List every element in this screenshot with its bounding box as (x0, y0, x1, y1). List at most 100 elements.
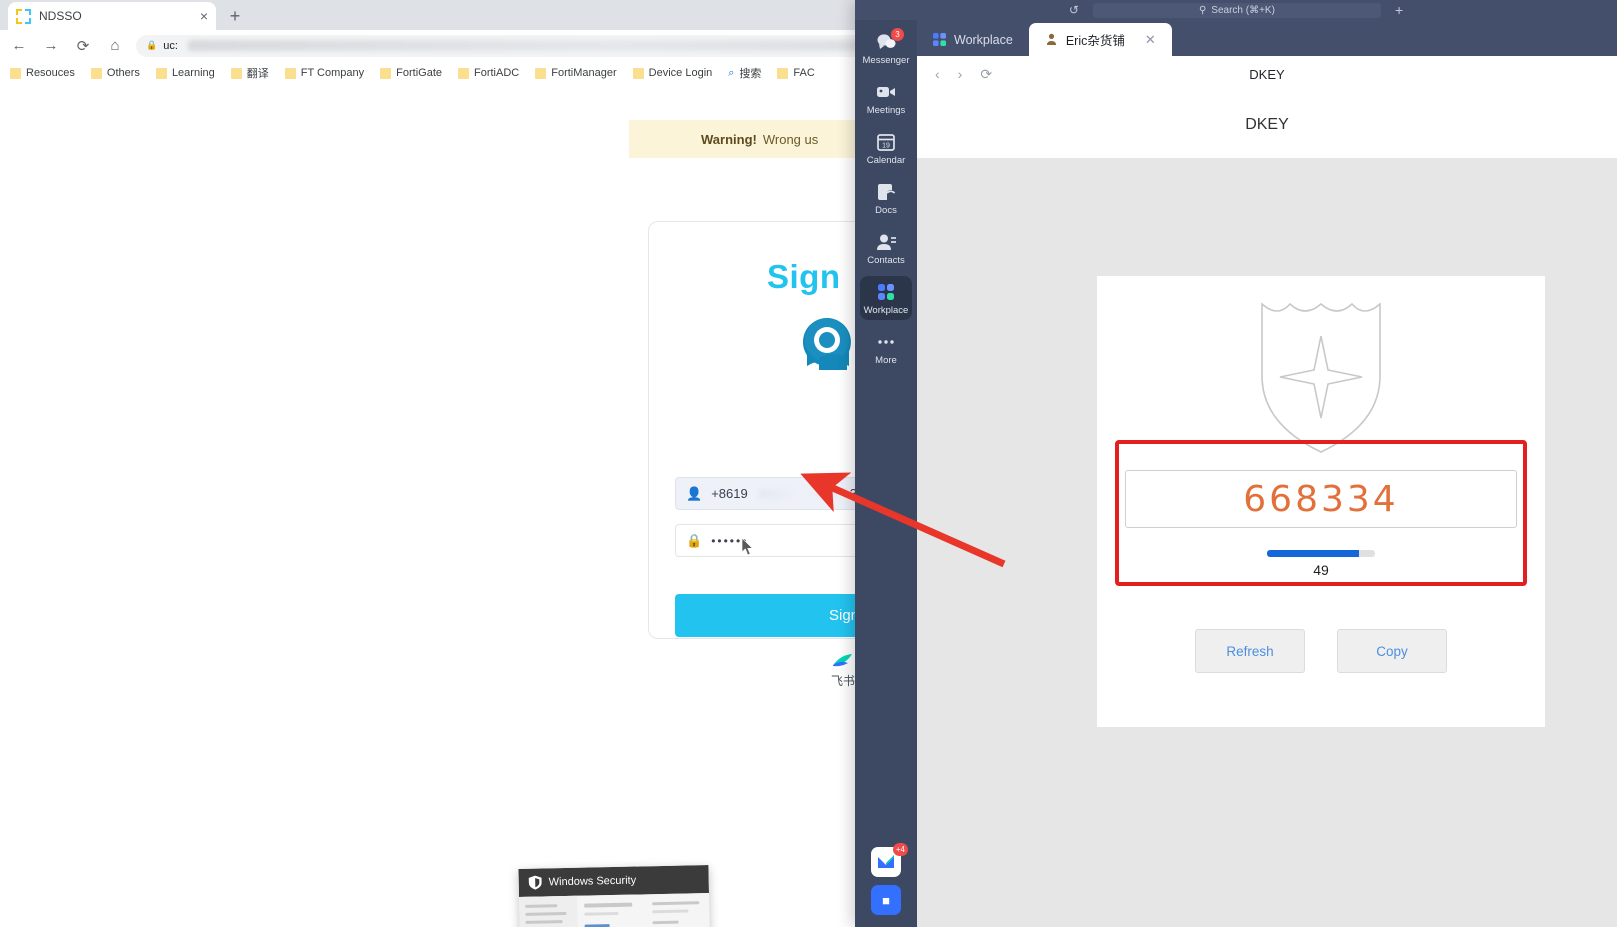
bookmark-item-9[interactable]: ⌕ 搜索 (728, 65, 761, 81)
sidebar-item-label: More (875, 355, 897, 366)
messenger-icon: 3 (875, 28, 904, 52)
folder-icon (155, 67, 167, 79)
bookmark-label: 搜索 (739, 68, 762, 80)
lark-tab-0[interactable]: Workplace (917, 23, 1029, 56)
shield-star-icon (1261, 302, 1381, 453)
bookmark-item-0[interactable]: Resouces (10, 67, 75, 79)
windows-security-thumbnail[interactable]: Windows Security (518, 865, 712, 927)
winsec-side (647, 893, 712, 927)
windows-security-title: Windows Security (548, 874, 637, 889)
bookmark-item-10[interactable]: FAC (777, 67, 815, 79)
back-icon[interactable]: ← (8, 35, 30, 57)
bookmark-label: Learning (171, 67, 215, 79)
bookmark-item-8[interactable]: Device Login (632, 67, 713, 79)
dkey-actions: Refresh Copy (1097, 629, 1545, 673)
sidebar-item-label: Messenger (862, 55, 910, 66)
bookmark-item-1[interactable]: Others (90, 67, 140, 79)
new-tab-button[interactable]: + (224, 5, 246, 27)
winsec-main (577, 894, 650, 927)
phone-redacted-region (758, 488, 839, 499)
footer-label: 飞书 (830, 674, 855, 688)
sidebar-item-docs[interactable]: Docs (860, 176, 912, 220)
app-badge: +4 (892, 843, 908, 856)
bookmark-item-2[interactable]: Learning (155, 67, 215, 79)
grid-icon (933, 33, 946, 46)
refresh-button[interactable]: Refresh (1195, 629, 1305, 673)
bookmark-label: Others (106, 67, 140, 79)
ellipsis-icon (875, 332, 897, 352)
bookmark-item-6[interactable]: FortiADC (458, 67, 519, 79)
breadcrumb: DKEY (1249, 66, 1285, 82)
lark-topbar: ↺ ⚲ Search (⌘+K) + (855, 0, 1617, 20)
mail-glyph-icon (878, 855, 894, 868)
bookmark-label: 翻译 (246, 68, 269, 80)
close-icon[interactable]: ✕ (1145, 32, 1156, 48)
sidebar-item-label: Meetings (866, 105, 906, 116)
dkey-stage: 668334 49 Refresh Copy (917, 158, 1617, 927)
sidebar-item-contacts[interactable]: Contacts (860, 226, 912, 270)
otp-code-value: 668334 (1243, 478, 1399, 520)
sidebar-item-label: Docs (875, 205, 897, 216)
search-icon: ⌕ (728, 66, 735, 79)
brand-logo-icon (802, 318, 851, 370)
lock-icon: 🔒 (146, 40, 158, 50)
search-icon: ⚲ (1198, 4, 1207, 16)
close-icon[interactable]: × (200, 9, 208, 23)
password-value: •••••• (711, 533, 749, 548)
sidebar-item-label: Contacts (867, 255, 905, 266)
lark-tab-label: Workplace (954, 32, 1013, 47)
lark-sidebar-apps: +4 ■ (855, 843, 917, 923)
url-prefix: uc: (163, 39, 178, 52)
bookmark-label: FAC (793, 67, 815, 79)
bookmark-item-4[interactable]: FT Company (284, 67, 365, 79)
progress-bar-fill (1267, 550, 1359, 557)
search-placeholder: Search (⌘+K) (1211, 4, 1275, 16)
sidebar-item-meetings[interactable]: Meetings (860, 76, 912, 120)
brackets-icon (16, 8, 31, 24)
folder-icon (10, 67, 21, 79)
user-icon: 👤 (686, 485, 703, 501)
mail-app-icon[interactable]: +4 (871, 843, 908, 877)
dkey-page-title: DKEY (917, 92, 1617, 158)
sidebar-item-label: Calendar (866, 155, 906, 166)
sidebar-item-calendar[interactable]: 19 Calendar (860, 126, 912, 170)
docs-icon (875, 182, 897, 202)
browser-tab-ndsso[interactable]: NDSSO × (8, 2, 216, 30)
svg-text:19: 19 (882, 143, 890, 150)
progress-bar-track (1267, 550, 1375, 557)
reload-icon[interactable]: ⟳ (72, 35, 94, 57)
folder-icon (230, 67, 242, 79)
bookmark-item-7[interactable]: FortiManager (535, 67, 617, 79)
forward-icon[interactable]: → (40, 35, 62, 57)
otp-code-box: 668334 (1125, 470, 1517, 528)
lark-content-area: Workplace Eric杂货铺 ✕ ‹ › ⟳ DKEY DKEY 668334 (917, 20, 1617, 927)
bookmark-item-5[interactable]: FortiGate (380, 67, 442, 79)
bookmark-item-3[interactable]: 翻译 (230, 65, 269, 81)
search-input[interactable]: ⚲ Search (⌘+K) (1092, 2, 1381, 18)
bookmark-label: Device Login (648, 67, 713, 79)
page-title: Sign (767, 258, 841, 295)
lark-nav-bar: ‹ › ⟳ DKEY (917, 56, 1617, 92)
bookmark-label: FortiADC (474, 67, 520, 79)
dkey-card: 668334 49 Refresh Copy (1097, 276, 1545, 727)
history-icon[interactable]: ↺ (1069, 3, 1079, 17)
add-icon[interactable]: + (1395, 2, 1403, 18)
blue-app-icon[interactable]: ■ (871, 885, 901, 915)
person-icon (1045, 33, 1058, 46)
lark-logo-icon (833, 654, 852, 667)
sidebar-item-workplace[interactable]: Workplace (860, 276, 912, 320)
lark-tab-1[interactable]: Eric杂货铺 ✕ (1028, 23, 1172, 56)
copy-button[interactable]: Copy (1337, 629, 1447, 673)
warning-text: Wrong us (762, 131, 819, 147)
lark-sidebar: 3 Messenger Meetings 19 Calendar Docs Contacts… (855, 20, 917, 927)
windows-security-body (519, 893, 712, 927)
screenshot-root: NDSSO × + ← → ⟳ ⌂ 🔒 uc: tml?loginName=&s… (0, 0, 1617, 927)
sidebar-item-messenger[interactable]: 3 Messenger (860, 26, 912, 70)
folder-icon (777, 67, 789, 79)
otp-progress: 49 (1267, 550, 1375, 578)
home-icon[interactable]: ⌂ (104, 35, 126, 57)
shield-icon (528, 875, 542, 890)
lock-icon: 🔒 (686, 532, 703, 548)
bookmark-label: FT Company (300, 67, 365, 79)
sidebar-item-more[interactable]: More (860, 326, 912, 370)
